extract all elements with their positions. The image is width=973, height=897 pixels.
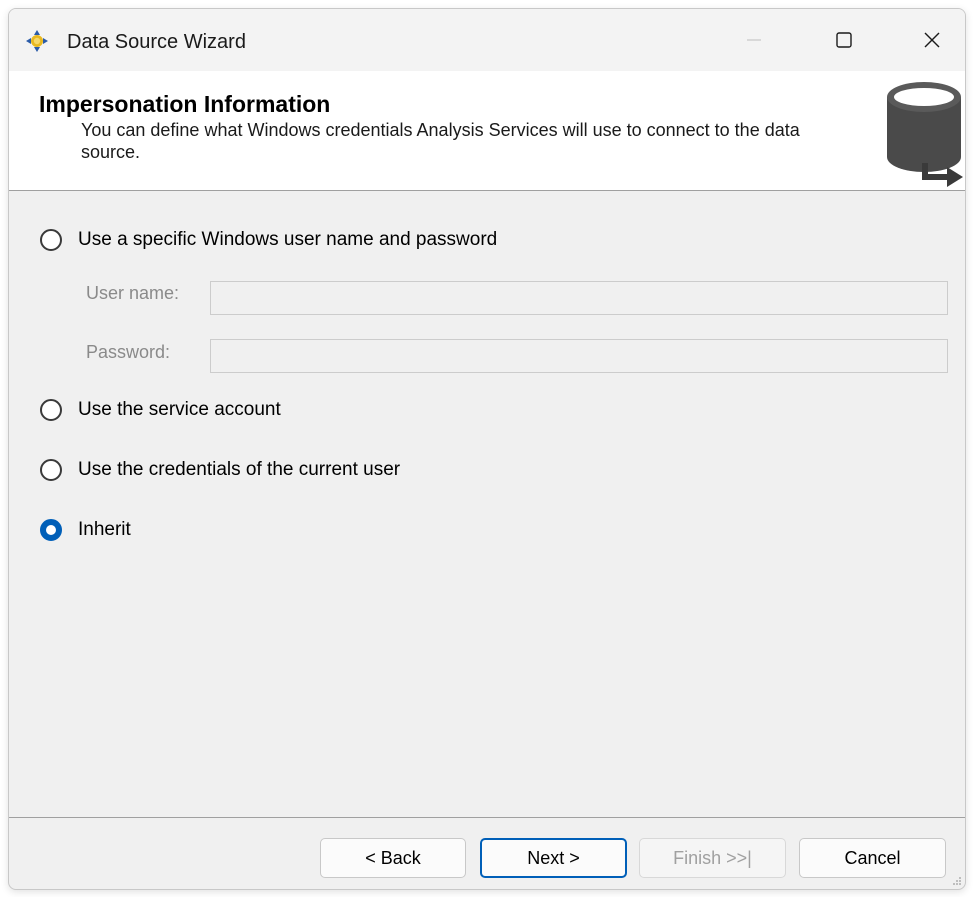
page-description: You can define what Windows credentials …: [81, 120, 800, 162]
resize-grip-icon[interactable]: [952, 876, 962, 886]
username-label: User name:: [86, 283, 180, 303]
option-specific-user-label: Use a specific Windows user name and pas…: [78, 229, 498, 250]
app-icon: [25, 29, 49, 53]
page-title: Impersonation Information: [39, 91, 331, 117]
option-service-account-label: Use the service account: [78, 399, 281, 420]
window-title: Data Source Wizard: [67, 31, 246, 53]
option-inherit-label: Inherit: [78, 519, 131, 540]
back-button[interactable]: < Back: [320, 838, 466, 878]
footer-divider: [9, 817, 965, 818]
wizard-header: Impersonation Information You can define…: [9, 71, 965, 191]
wizard-window: Data Source Wizard Impersonation Informa…: [8, 8, 966, 890]
finish-button: Finish >>|: [639, 838, 786, 878]
close-icon: [924, 32, 940, 48]
radio-specific-user[interactable]: [40, 229, 62, 251]
option-current-user-label: Use the credentials of the current user: [78, 459, 401, 480]
maximize-icon: [836, 32, 852, 48]
title-bar: Data Source Wizard: [9, 9, 965, 71]
cancel-button[interactable]: Cancel: [799, 838, 946, 878]
database-arrow-icon: [887, 82, 963, 187]
maximize-button[interactable]: [821, 21, 867, 59]
option-service-account[interactable]: Use the service account: [40, 399, 281, 421]
password-field[interactable]: [210, 339, 948, 373]
close-button[interactable]: [909, 21, 955, 59]
radio-service-account[interactable]: [40, 399, 62, 421]
option-inherit[interactable]: Inherit: [40, 519, 131, 541]
radio-current-user[interactable]: [40, 459, 62, 481]
username-field[interactable]: [210, 281, 948, 315]
radio-inherit[interactable]: [40, 519, 62, 541]
minimize-icon: [747, 39, 761, 41]
next-button[interactable]: Next >: [480, 838, 627, 878]
option-specific-user[interactable]: Use a specific Windows user name and pas…: [40, 229, 497, 251]
password-label: Password:: [86, 342, 171, 362]
option-current-user[interactable]: Use the credentials of the current user: [40, 459, 400, 481]
minimize-button[interactable]: [731, 21, 777, 59]
